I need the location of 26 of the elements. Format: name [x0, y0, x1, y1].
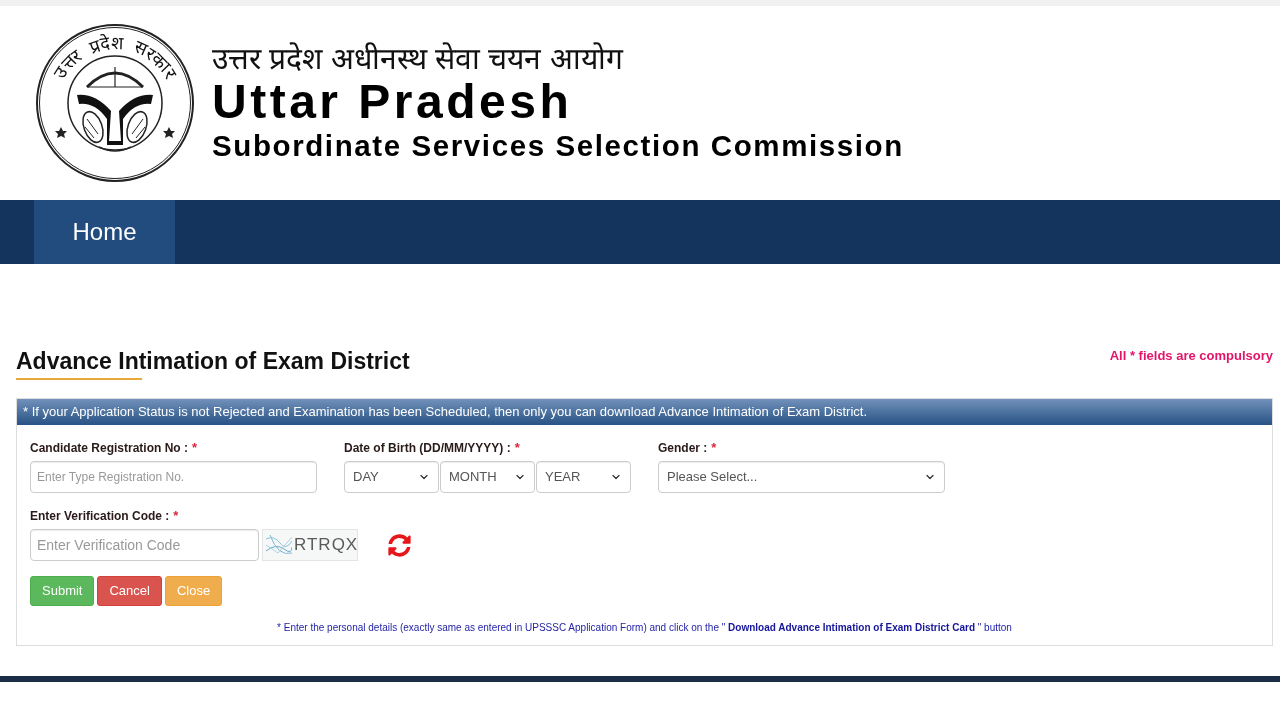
verification-code-input[interactable]: Enter Verification Code — [30, 529, 259, 561]
required-asterisk: * — [514, 441, 520, 455]
captcha-text: RTRQX — [294, 535, 359, 555]
required-asterisk: * — [192, 441, 198, 455]
nav-link[interactable]: Home — [34, 200, 175, 264]
required-asterisk: * — [173, 509, 179, 523]
site-title: Uttar Pradesh — [212, 76, 574, 128]
field-label: Candidate Registration No : — [30, 441, 188, 455]
site-subtitle: Subordinate Services Selection Commission — [212, 128, 904, 164]
date-select[interactable]: YEAR — [536, 461, 631, 493]
instruction-note: * Enter the personal details (exactly same as entered in UPSSSC Application Form) and click on the " Download Advance Intimation of Exam District Card " button — [276, 622, 1013, 634]
notice-bar: * If your Application Status is not Rejected and Examination has been Scheduled, then only you can download Advance Intimation of Exam District. — [17, 399, 1272, 425]
field-label: Date of Birth (DD/MM/YYYY) : — [344, 441, 511, 455]
date-select[interactable]: MONTH — [440, 461, 535, 493]
hindi-title: उत्तर प्रदेश अधीनस्थ सेवा चयन आयोग — [212, 42, 625, 76]
compulsory-note: All * fields are compulsory — [1109, 348, 1273, 363]
gender-select[interactable]: Please Select... — [658, 461, 945, 493]
field-label: Gender : — [658, 441, 708, 455]
cancel-button[interactable]: Cancel — [97, 576, 162, 606]
field-label: Enter Verification Code : — [30, 509, 170, 523]
refresh-icon[interactable] — [388, 533, 411, 557]
captcha-noise-drawing — [266, 533, 292, 557]
registration-input[interactable]: Enter Type Registration No. — [30, 461, 317, 493]
required-asterisk: * — [711, 441, 717, 455]
page-title: Advance Intimation of Exam District — [16, 348, 410, 374]
date-select[interactable]: DAY — [344, 461, 439, 493]
